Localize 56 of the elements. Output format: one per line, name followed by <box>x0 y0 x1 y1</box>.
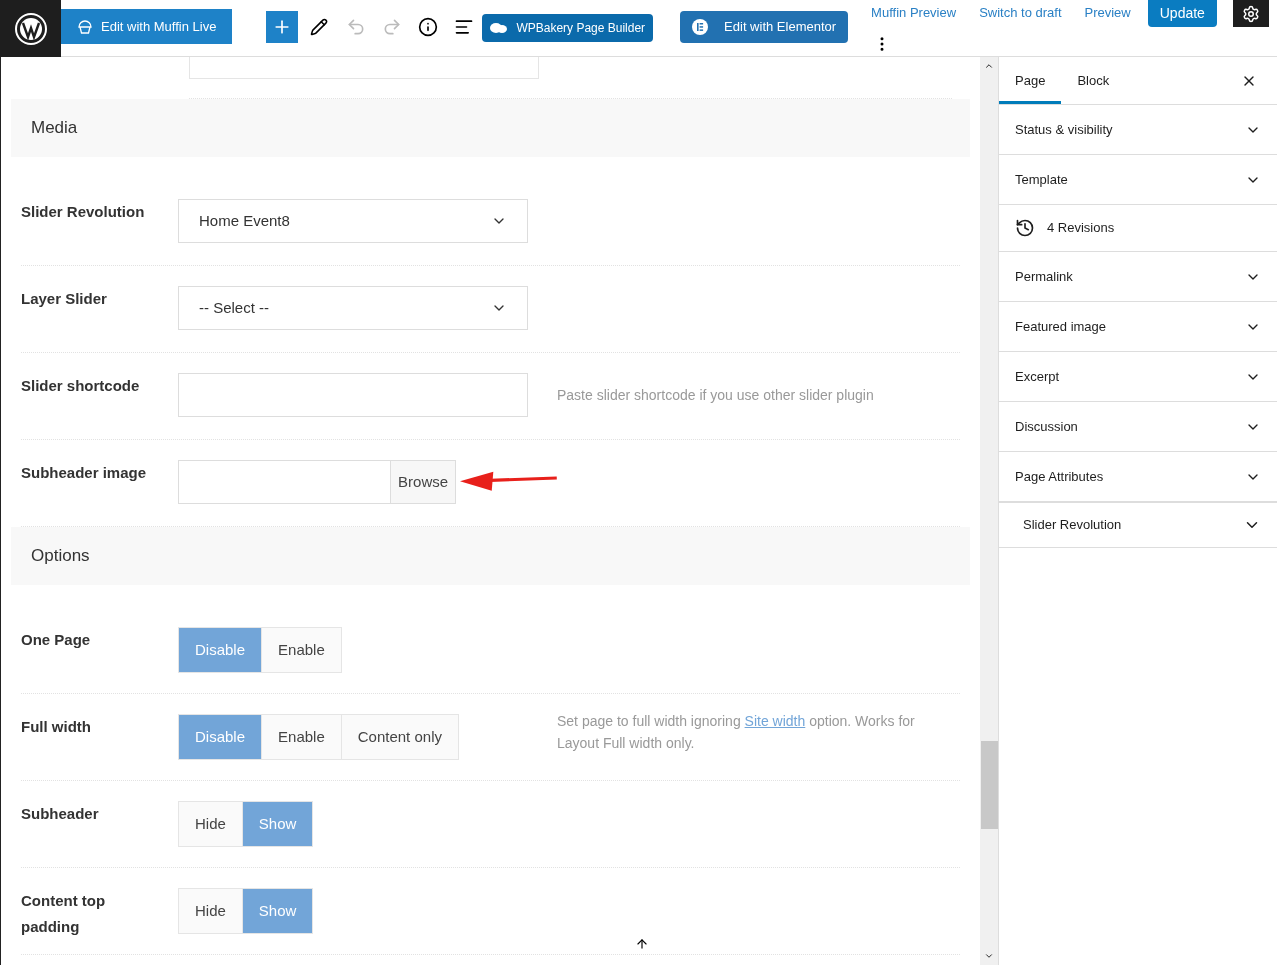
wpbakery-button[interactable]: WPBakery Page Builder <box>482 14 654 42</box>
toolbar-link[interactable]: Muffin Preview <box>871 3 957 23</box>
wordpress-logo-icon[interactable] <box>0 0 61 57</box>
cupcake-icon <box>77 18 93 35</box>
field-label: Content top padding <box>21 891 107 937</box>
history-icon <box>1015 218 1035 238</box>
segment-option[interactable]: Hide <box>178 888 243 934</box>
browse-button[interactable]: Browse <box>391 460 457 504</box>
field-label: Full width <box>21 717 92 737</box>
segment-option[interactable]: Enable <box>262 714 342 760</box>
sidebar-panel[interactable]: Template <box>999 155 1277 205</box>
scroll-top-icon[interactable] <box>635 937 649 951</box>
scroll-down-icon[interactable] <box>984 951 994 961</box>
sidebar-panel[interactable]: Status & visibility <box>999 105 1277 155</box>
sidebar-panel[interactable]: Excerpt <box>999 352 1277 402</box>
select-field[interactable]: -- Select -- <box>178 286 528 330</box>
sidebar-panel[interactable]: Discussion <box>999 402 1277 452</box>
field-label: Subheader image <box>21 463 148 483</box>
field-label: Slider shortcode <box>21 376 141 396</box>
settings-button[interactable] <box>1232 0 1269 27</box>
sidebar-panel[interactable]: Featured image <box>999 302 1277 352</box>
segment-option[interactable]: Enable <box>262 627 342 673</box>
input-field[interactable] <box>178 373 528 417</box>
revisions-panel[interactable]: 4 Revisions <box>999 205 1277 252</box>
section-title: Media <box>31 117 78 140</box>
sidebar-panel[interactable]: Page Attributes <box>999 452 1277 502</box>
input-field[interactable] <box>189 57 539 79</box>
metabox-panel[interactable]: Slider Revolution <box>999 502 1277 548</box>
segment-option[interactable]: Content only <box>341 714 459 760</box>
field-hint: Paste slider shortcode if you use other slider plugin <box>557 385 874 405</box>
update-button[interactable]: Update <box>1147 0 1217 27</box>
input-field[interactable] <box>178 460 391 504</box>
scroll-up-icon[interactable] <box>984 61 994 71</box>
settings-icon <box>1241 4 1260 23</box>
field-label: Subheader <box>21 804 100 824</box>
toolbar-link[interactable]: Preview <box>1084 3 1131 23</box>
outline-icon[interactable] <box>454 17 475 37</box>
elementor-button[interactable]: Edit with Elementor <box>680 11 849 43</box>
cloud-icon <box>490 22 509 34</box>
pencil-icon[interactable] <box>310 18 329 36</box>
toolbar-link[interactable]: Switch to draft <box>979 3 1062 23</box>
field-label: Slider Revolution <box>21 202 146 222</box>
section-title: Options <box>31 545 90 568</box>
sidebar-panel[interactable]: Permalink <box>999 252 1277 302</box>
field-hint: Set page to full width ignoring Site width option. Works for Layout Full width only. <box>557 712 916 753</box>
elementor-icon <box>692 19 709 35</box>
sidebar-tab[interactable]: Page <box>999 57 1062 104</box>
muffin-live-button[interactable]: Edit with Muffin Live <box>61 9 233 44</box>
sidebar-tab[interactable]: Block <box>1061 57 1126 104</box>
field-label: Layer Slider <box>21 289 108 309</box>
select-field[interactable]: Home Event8 <box>178 199 528 243</box>
scrollbar-thumb[interactable] <box>980 741 998 829</box>
segment-option[interactable]: Hide <box>178 801 243 847</box>
field-label: One Page <box>21 630 92 650</box>
add-block-button[interactable] <box>266 11 299 43</box>
info-icon[interactable] <box>418 17 439 37</box>
